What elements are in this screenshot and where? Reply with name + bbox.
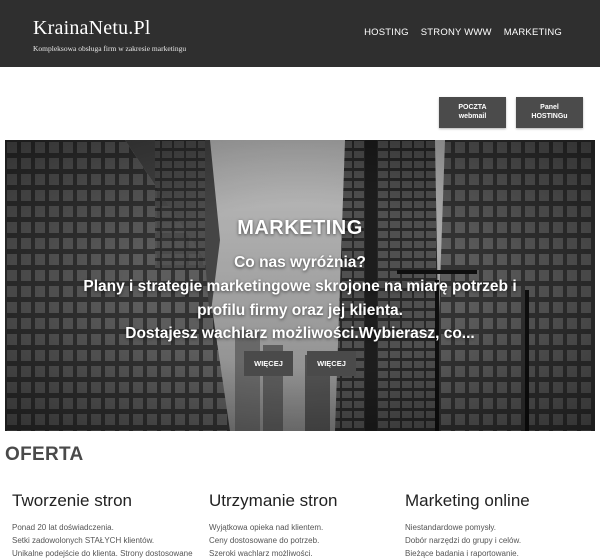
offer-column-maintenance: Utrzymanie stron Wyjątkowa opieka nad kl…: [209, 491, 399, 560]
hosting-panel-button-line1: Panel: [540, 103, 559, 111]
hero-more-button-2[interactable]: WIĘCEJ: [307, 351, 356, 376]
offer-text-line: Unikalne podejście do klienta. Strony do…: [12, 549, 193, 558]
offer-text-line: Dobór narzędzi do grupy i celów.: [405, 536, 522, 545]
main-nav: HOSTING STRONY WWW MARKETING: [364, 27, 562, 38]
offer-text-line: Ponad 20 lat doświadczenia.: [12, 523, 114, 532]
offer-text-line: Szeroki wachlarz możliwości.: [209, 549, 313, 558]
nav-hosting[interactable]: HOSTING: [364, 27, 409, 38]
offer-text-line: Niestandardowe pomysły.: [405, 523, 497, 532]
offer-text-line: Ceny dostosowane do potrzeb.: [209, 536, 320, 545]
offer-heading[interactable]: Tworzenie stron: [12, 491, 202, 511]
hero-title: MARKETING: [237, 217, 363, 239]
nav-marketing[interactable]: MARKETING: [504, 27, 562, 38]
hero-line-2: Plany i strategie marketingowe skrojone …: [83, 278, 517, 295]
offer-text-line: Setki zadowolonych STAŁYCH klientów.: [12, 536, 155, 545]
site-tagline: Kompleksowa obsługa firm w zakresie mark…: [33, 44, 187, 53]
site-header: KrainaNetu.Pl Kompleksowa obsługa firm w…: [0, 0, 600, 67]
webmail-button-line1: POCZTA: [458, 103, 487, 111]
hosting-panel-button-line2: HOSTINGu: [531, 112, 568, 120]
nav-strony-www[interactable]: STRONY WWW: [421, 27, 492, 38]
hero-more-button-1[interactable]: WIĘCEJ: [244, 351, 293, 376]
hero-line-1: Co nas wyróżnia?: [234, 254, 366, 271]
webmail-button-line2: webmail: [458, 112, 487, 120]
hero-line-4: Dostajesz wachlarz możliwości.Wybierasz,…: [125, 325, 475, 342]
offer-text-line: Bieżące badania i raportowanie.: [405, 549, 519, 558]
site-logo[interactable]: KrainaNetu.Pl: [33, 17, 151, 40]
hosting-panel-button[interactable]: Panel HOSTINGu: [516, 97, 583, 128]
offer-section-title: OFERTA: [5, 444, 84, 465]
offer-text-line: Wyjątkowa opieka nad klientem.: [209, 523, 324, 532]
offer-column-marketing: Marketing online Niestandardowe pomysły.…: [405, 491, 595, 560]
webmail-button[interactable]: POCZTA webmail: [439, 97, 506, 128]
offer-column-web-design: Tworzenie stron Ponad 20 lat doświadczen…: [12, 491, 202, 560]
hero-line-3: profilu firmy oraz jej klienta.: [197, 302, 403, 319]
hero-banner: MARKETING Co nas wyróżnia? Plany i strat…: [5, 140, 595, 431]
offer-heading[interactable]: Utrzymanie stron: [209, 491, 399, 511]
offer-heading[interactable]: Marketing online: [405, 491, 595, 511]
